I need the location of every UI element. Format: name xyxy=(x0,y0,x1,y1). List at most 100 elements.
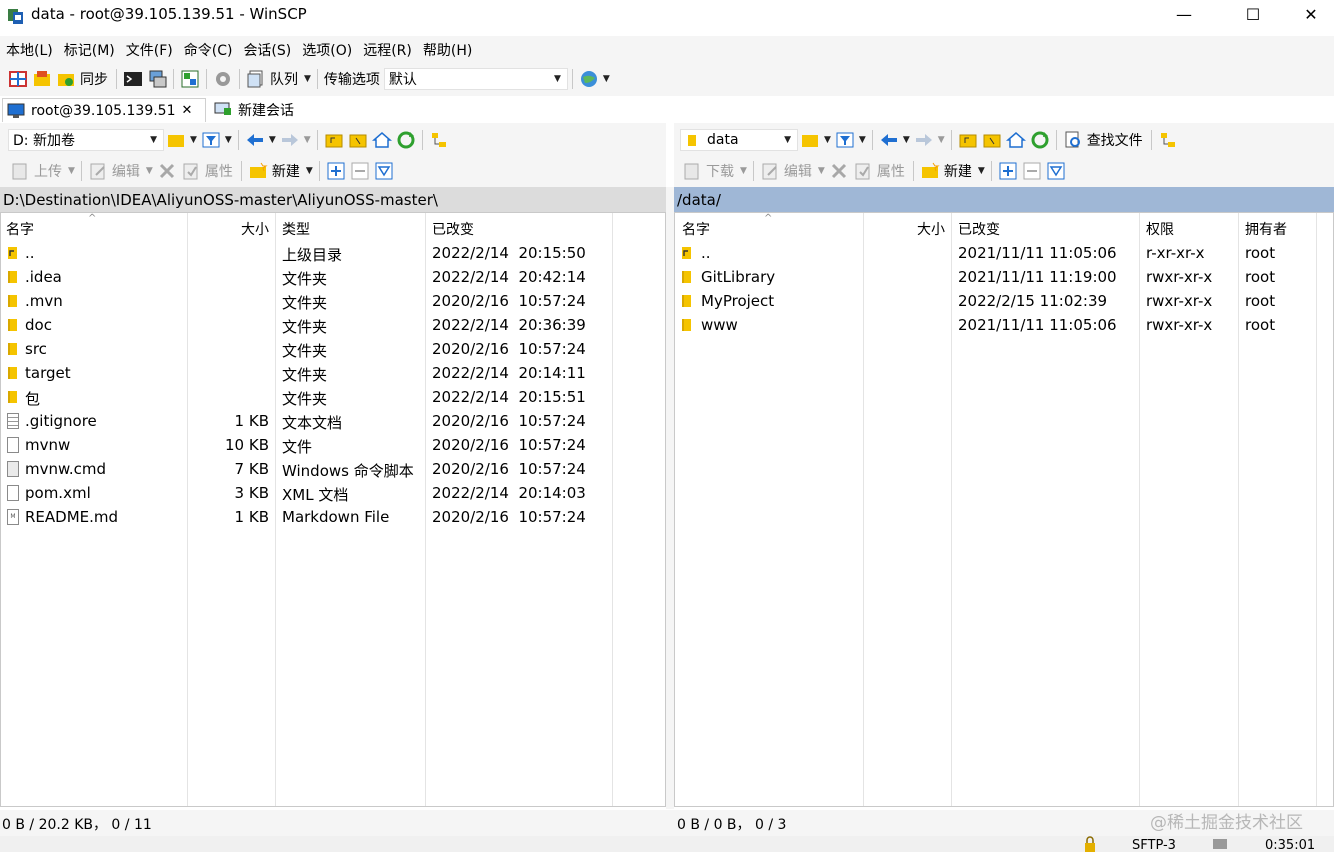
column-rights[interactable]: 权限 xyxy=(1146,219,1174,239)
dropdown-arrow[interactable]: ▼ xyxy=(978,166,985,176)
edit-button[interactable]: 编辑 xyxy=(112,161,140,181)
minimize-button[interactable]: — xyxy=(1161,0,1207,30)
back-arrow-icon[interactable] xyxy=(245,130,265,150)
new-folder-icon[interactable] xyxy=(248,161,268,181)
back-arrow-icon[interactable] xyxy=(879,130,899,150)
table-row[interactable]: 包 文件夹 2022/2/14 20:15:51 xyxy=(1,386,665,410)
dropdown-arrow[interactable]: ▼ xyxy=(146,166,153,176)
edit-icon[interactable] xyxy=(88,161,108,181)
sync-folder-icon[interactable] xyxy=(56,69,76,89)
tab-new-session[interactable]: 新建会话 xyxy=(210,98,306,122)
menu-file[interactable]: 文件(F) xyxy=(120,36,178,60)
transfer-preset-select[interactable]: 默认 ▼ xyxy=(383,68,568,90)
menu-mark[interactable]: 标记(M) xyxy=(58,36,120,60)
table-row[interactable]: pom.xml 3 KB XML 文档 2022/2/14 20:14:03 xyxy=(1,482,665,506)
synchronize-browsing-icon[interactable] xyxy=(32,69,52,89)
table-row[interactable]: .idea 文件夹 2022/2/14 20:42:14 xyxy=(1,266,665,290)
new-folder-icon[interactable] xyxy=(920,161,940,181)
delete-icon[interactable] xyxy=(829,161,849,181)
queue-button[interactable]: 队列 xyxy=(270,69,298,89)
select-all-plus-icon[interactable] xyxy=(326,161,346,181)
find-files-button[interactable]: 查找文件 xyxy=(1087,130,1143,150)
menu-remote[interactable]: 远程(R) xyxy=(357,36,417,60)
root-directory-icon[interactable] xyxy=(348,130,368,150)
right-path-bar[interactable]: /data/ xyxy=(674,187,1334,212)
close-tab-icon[interactable]: ✕ xyxy=(182,103,193,118)
select-all-plus-icon[interactable] xyxy=(998,161,1018,181)
table-row[interactable]: target 文件夹 2022/2/14 20:14:11 xyxy=(1,362,665,386)
queue-icon[interactable] xyxy=(246,69,266,89)
tree-view-icon[interactable] xyxy=(1158,130,1178,150)
forward-arrow-icon[interactable] xyxy=(914,130,934,150)
table-row[interactable]: .gitignore 1 KB 文本文档 2020/2/16 10:57:24 xyxy=(1,410,665,434)
filter-select-icon[interactable] xyxy=(374,161,394,181)
dropdown-arrow[interactable]: ▼ xyxy=(68,166,75,176)
terminal-icon[interactable] xyxy=(123,69,143,89)
dropdown-arrow[interactable]: ▼ xyxy=(903,135,910,145)
menu-options[interactable]: 选项(O) xyxy=(296,36,357,60)
right-dir-select[interactable]: data ▼ xyxy=(680,129,798,151)
queue-transfer-icon[interactable] xyxy=(180,69,200,89)
table-row[interactable]: .mvn 文件夹 2020/2/16 10:57:24 xyxy=(1,290,665,314)
table-row[interactable]: doc 文件夹 2022/2/14 20:36:39 xyxy=(1,314,665,338)
download-icon[interactable] xyxy=(682,161,702,181)
dropdown-arrow[interactable]: ▼ xyxy=(190,135,197,145)
menu-session[interactable]: 会话(S) xyxy=(237,36,296,60)
unselect-minus-icon[interactable] xyxy=(350,161,370,181)
preferences-gear-icon[interactable] xyxy=(213,69,233,89)
globe-icon[interactable] xyxy=(579,69,599,89)
parent-directory-icon[interactable] xyxy=(958,130,978,150)
tab-session[interactable]: root@39.105.139.51 ✕ xyxy=(2,98,206,122)
new-button[interactable]: 新建 xyxy=(944,161,972,181)
table-row[interactable]: mvnw.cmd 7 KB Windows 命令脚本 2020/2/16 10:57:… xyxy=(1,458,665,482)
delete-icon[interactable] xyxy=(157,161,177,181)
properties-icon[interactable] xyxy=(853,161,873,181)
column-name[interactable]: 名字 xyxy=(6,219,34,239)
tree-view-icon[interactable] xyxy=(429,130,449,150)
menu-local[interactable]: 本地(L) xyxy=(0,36,58,60)
panel-splitter[interactable] xyxy=(666,187,674,809)
dropdown-arrow[interactable]: ▼ xyxy=(740,166,747,176)
dropdown-arrow[interactable]: ▼ xyxy=(304,135,311,145)
table-row[interactable]: src 文件夹 2020/2/16 10:57:24 xyxy=(1,338,665,362)
close-window-button[interactable]: ✕ xyxy=(1288,0,1334,30)
table-row[interactable]: www 2021/11/11 11:05:06 rwxr-xr-x root xyxy=(675,314,1333,338)
left-drive-select[interactable]: D: 新加卷 ▼ xyxy=(8,129,164,151)
table-row[interactable]: M README.md 1 KB Markdown File 2020/2/16 10:… xyxy=(1,506,665,530)
dropdown-arrow[interactable]: ▼ xyxy=(859,135,866,145)
dropdown-arrow[interactable]: ▼ xyxy=(225,135,232,145)
table-row[interactable]: .. 2021/11/11 11:05:06 r-xr-xr-x root xyxy=(675,242,1333,266)
parent-directory-icon[interactable] xyxy=(324,130,344,150)
refresh-icon[interactable] xyxy=(396,130,416,150)
edit-button[interactable]: 编辑 xyxy=(784,161,812,181)
table-row[interactable]: GitLibrary 2021/11/11 11:19:00 rwxr-xr-x ro… xyxy=(675,266,1333,290)
new-button[interactable]: 新建 xyxy=(272,161,300,181)
column-name[interactable]: 名字 xyxy=(682,219,710,239)
dropdown-arrow[interactable]: ▼ xyxy=(824,135,831,145)
sync-button[interactable]: 同步 xyxy=(80,69,108,89)
column-owner[interactable]: 拥有者 xyxy=(1245,219,1287,239)
filter-icon[interactable] xyxy=(201,130,221,150)
column-changed[interactable]: 已改变 xyxy=(432,219,474,239)
forward-arrow-icon[interactable] xyxy=(280,130,300,150)
globe-dropdown-arrow[interactable]: ▼ xyxy=(603,74,610,84)
filter-select-icon[interactable] xyxy=(1046,161,1066,181)
column-changed[interactable]: 已改变 xyxy=(958,219,1000,239)
find-files-icon[interactable] xyxy=(1063,130,1083,150)
home-icon[interactable] xyxy=(1005,130,1026,150)
home-icon[interactable] xyxy=(371,130,392,150)
upload-icon[interactable] xyxy=(10,161,30,181)
column-size[interactable]: 大小 xyxy=(189,219,269,239)
edit-icon[interactable] xyxy=(760,161,780,181)
dropdown-arrow[interactable]: ▼ xyxy=(938,135,945,145)
maximize-button[interactable]: ☐ xyxy=(1230,0,1276,30)
open-folder-icon[interactable] xyxy=(800,130,820,150)
open-folder-icon[interactable] xyxy=(166,130,186,150)
properties-icon[interactable] xyxy=(181,161,201,181)
dropdown-arrow[interactable]: ▼ xyxy=(269,135,276,145)
putty-icon[interactable] xyxy=(147,69,167,89)
menu-commands[interactable]: 命令(C) xyxy=(178,36,238,60)
dropdown-arrow[interactable]: ▼ xyxy=(818,166,825,176)
compare-directories-icon[interactable] xyxy=(8,69,28,89)
table-row[interactable]: mvnw 10 KB 文件 2020/2/16 10:57:24 xyxy=(1,434,665,458)
